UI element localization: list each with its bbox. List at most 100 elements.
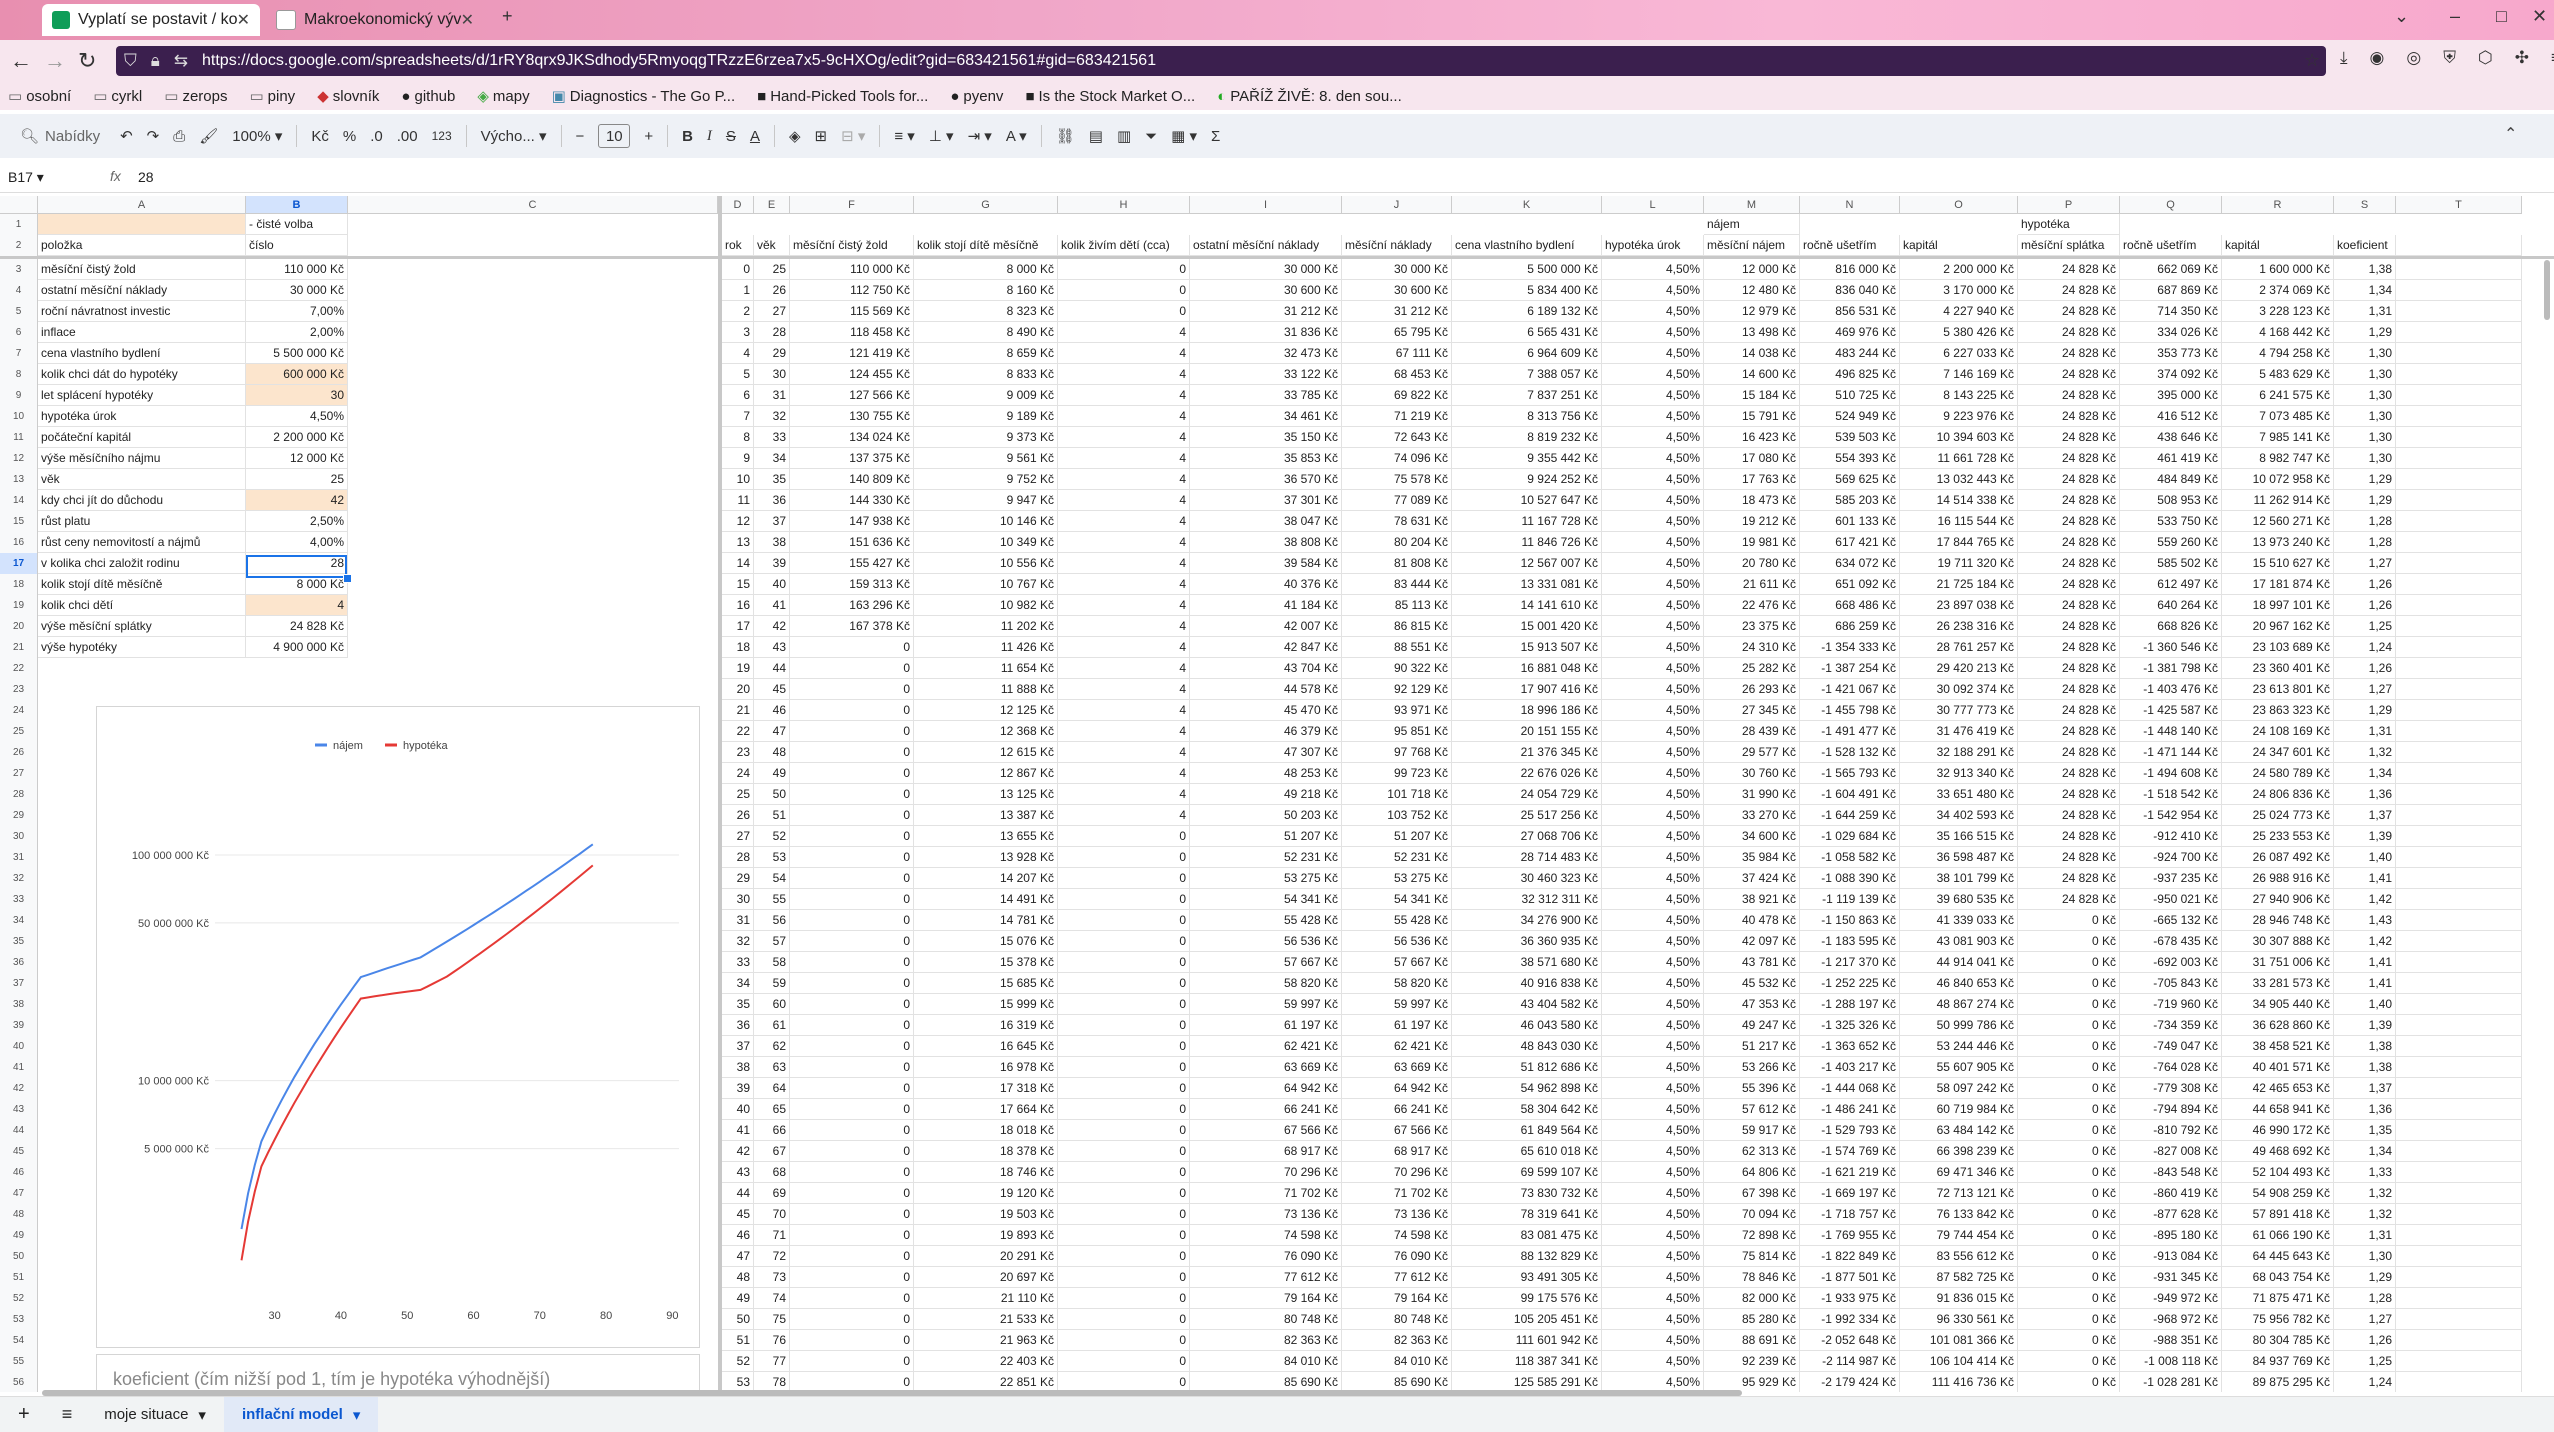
table-cell[interactable]: 4,50% [1602,574,1704,595]
table-cell[interactable]: 54 341 Kč [1190,889,1342,910]
table-cell[interactable]: 0 [790,1372,914,1392]
input-label[interactable]: ostatní měsíční náklady [38,280,246,301]
table-cell[interactable]: 6 964 609 Kč [1452,343,1602,364]
table-cell[interactable]: 68 453 Kč [1342,364,1452,385]
table-cell[interactable]: 53 275 Kč [1342,868,1452,889]
table-cell[interactable]: 20 [722,679,754,700]
table-cell[interactable]: 80 304 785 Kč [2222,1330,2334,1351]
table-cell[interactable]: 32 913 340 Kč [1900,763,2018,784]
bookmark-folder[interactable]: ▭ zerops [164,87,227,106]
table-cell[interactable]: 0 [790,1078,914,1099]
font-size-increase-icon[interactable]: + [644,128,653,145]
fill-color-icon[interactable]: ◈ [789,127,801,145]
table-cell[interactable] [2396,700,2522,721]
table-cell[interactable]: 30 760 Kč [1704,763,1800,784]
column-header-D[interactable]: D [722,196,754,214]
table-cell[interactable]: 18 [722,637,754,658]
table-cell[interactable]: 836 040 Kč [1800,280,1900,301]
table-cell[interactable]: 23 375 Kč [1704,616,1800,637]
cell[interactable] [38,214,246,235]
table-cell[interactable] [2396,364,2522,385]
table-cell[interactable] [2396,1183,2522,1204]
table-cell[interactable]: 41 339 033 Kč [1900,910,2018,931]
table-cell[interactable]: 0 [1058,1351,1190,1372]
row-header[interactable]: 12 [0,448,38,469]
table-cell[interactable]: 4 [1058,511,1190,532]
table-cell[interactable]: 60 719 984 Kč [1900,1099,2018,1120]
table-cell[interactable]: 115 569 Kč [790,301,914,322]
table-cell[interactable]: 1,30 [2334,448,2396,469]
table-cell[interactable]: 0 Kč [2018,1141,2120,1162]
table-cell[interactable]: 55 428 Kč [1342,910,1452,931]
table-cell[interactable]: 714 350 Kč [2120,301,2222,322]
select-all-corner[interactable] [0,196,38,214]
table-cell[interactable]: -1 604 491 Kč [1800,784,1900,805]
table-cell[interactable]: 25 233 553 Kč [2222,826,2334,847]
table-cell[interactable]: 57 [754,931,790,952]
table-cell[interactable]: 0 [1058,259,1190,280]
table-cell[interactable]: 1,38 [2334,259,2396,280]
table-cell[interactable]: 19 212 Kč [1704,511,1800,532]
column-title[interactable]: měsíční čistý žold [790,235,914,256]
table-cell[interactable]: 0 Kč [2018,1246,2120,1267]
table-cell[interactable]: 28 [722,847,754,868]
table-cell[interactable]: 73 [754,1267,790,1288]
row-header[interactable]: 48 [0,1204,38,1225]
table-cell[interactable]: 35 984 Kč [1704,847,1800,868]
table-cell[interactable]: 40 376 Kč [1190,574,1342,595]
table-cell[interactable]: 0 [1058,1141,1190,1162]
table-cell[interactable]: 4 [1058,784,1190,805]
table-cell[interactable]: 0 [1058,1120,1190,1141]
table-cell[interactable]: 508 953 Kč [2120,490,2222,511]
table-cell[interactable]: 0 [790,910,914,931]
table-cell[interactable]: 137 375 Kč [790,448,914,469]
input-label[interactable]: počáteční kapitál [38,427,246,448]
table-cell[interactable]: 55 428 Kč [1190,910,1342,931]
percent-format-button[interactable]: % [343,128,356,145]
table-cell[interactable]: 0 [1058,868,1190,889]
table-cell[interactable]: 11 888 Kč [914,679,1058,700]
table-cell[interactable]: 41 184 Kč [1190,595,1342,616]
table-cell[interactable]: 17 080 Kč [1704,448,1800,469]
table-cell[interactable]: 79 164 Kč [1342,1288,1452,1309]
column-header-I[interactable]: I [1190,196,1342,214]
table-cell[interactable]: 58 304 642 Kč [1452,1099,1602,1120]
table-cell[interactable]: 105 205 451 Kč [1452,1309,1602,1330]
table-cell[interactable]: 41 [754,595,790,616]
table-cell[interactable] [2396,1309,2522,1330]
table-cell[interactable]: 72 [754,1246,790,1267]
table-cell[interactable]: 0 [1058,826,1190,847]
table-cell[interactable]: 4 227 940 Kč [1900,301,2018,322]
table-cell[interactable] [2396,1120,2522,1141]
table-cell[interactable]: 484 849 Kč [2120,469,2222,490]
table-cell[interactable]: 1,28 [2334,1288,2396,1309]
table-cell[interactable]: -1 528 132 Kč [1800,742,1900,763]
table-cell[interactable]: 585 203 Kč [1800,490,1900,511]
column-header-M[interactable]: M [1704,196,1800,214]
table-cell[interactable]: 27 940 906 Kč [2222,889,2334,910]
table-cell[interactable]: 76 090 Kč [1342,1246,1452,1267]
table-cell[interactable]: 81 808 Kč [1342,553,1452,574]
table-cell[interactable]: 5 380 426 Kč [1900,322,2018,343]
table-cell[interactable]: 63 669 Kč [1190,1057,1342,1078]
row-header[interactable]: 51 [0,1267,38,1288]
table-cell[interactable]: 44 658 941 Kč [2222,1099,2334,1120]
row-header[interactable]: 37 [0,973,38,994]
table-cell[interactable]: 0 [790,952,914,973]
table-cell[interactable]: 80 204 Kč [1342,532,1452,553]
table-cell[interactable]: 0 [1058,301,1190,322]
table-cell[interactable]: 1,27 [2334,553,2396,574]
row-header[interactable]: 19 [0,595,38,616]
table-cell[interactable] [2396,847,2522,868]
table-cell[interactable]: 96 330 561 Kč [1900,1309,2018,1330]
table-cell[interactable]: 9 924 252 Kč [1452,469,1602,490]
currency-format-button[interactable]: Kč [311,128,329,145]
table-cell[interactable]: 48 [754,742,790,763]
table-cell[interactable]: 334 026 Kč [2120,322,2222,343]
table-cell[interactable]: 16 881 048 Kč [1452,658,1602,679]
text-color-icon[interactable]: A [750,128,760,145]
tab-active[interactable]: Vyplatí se postavit / koupit ✕ [42,4,260,36]
table-cell[interactable]: 7 985 141 Kč [2222,427,2334,448]
input-value[interactable]: 2,50% [246,511,348,532]
extension-icon[interactable]: ◉ [2370,48,2385,68]
